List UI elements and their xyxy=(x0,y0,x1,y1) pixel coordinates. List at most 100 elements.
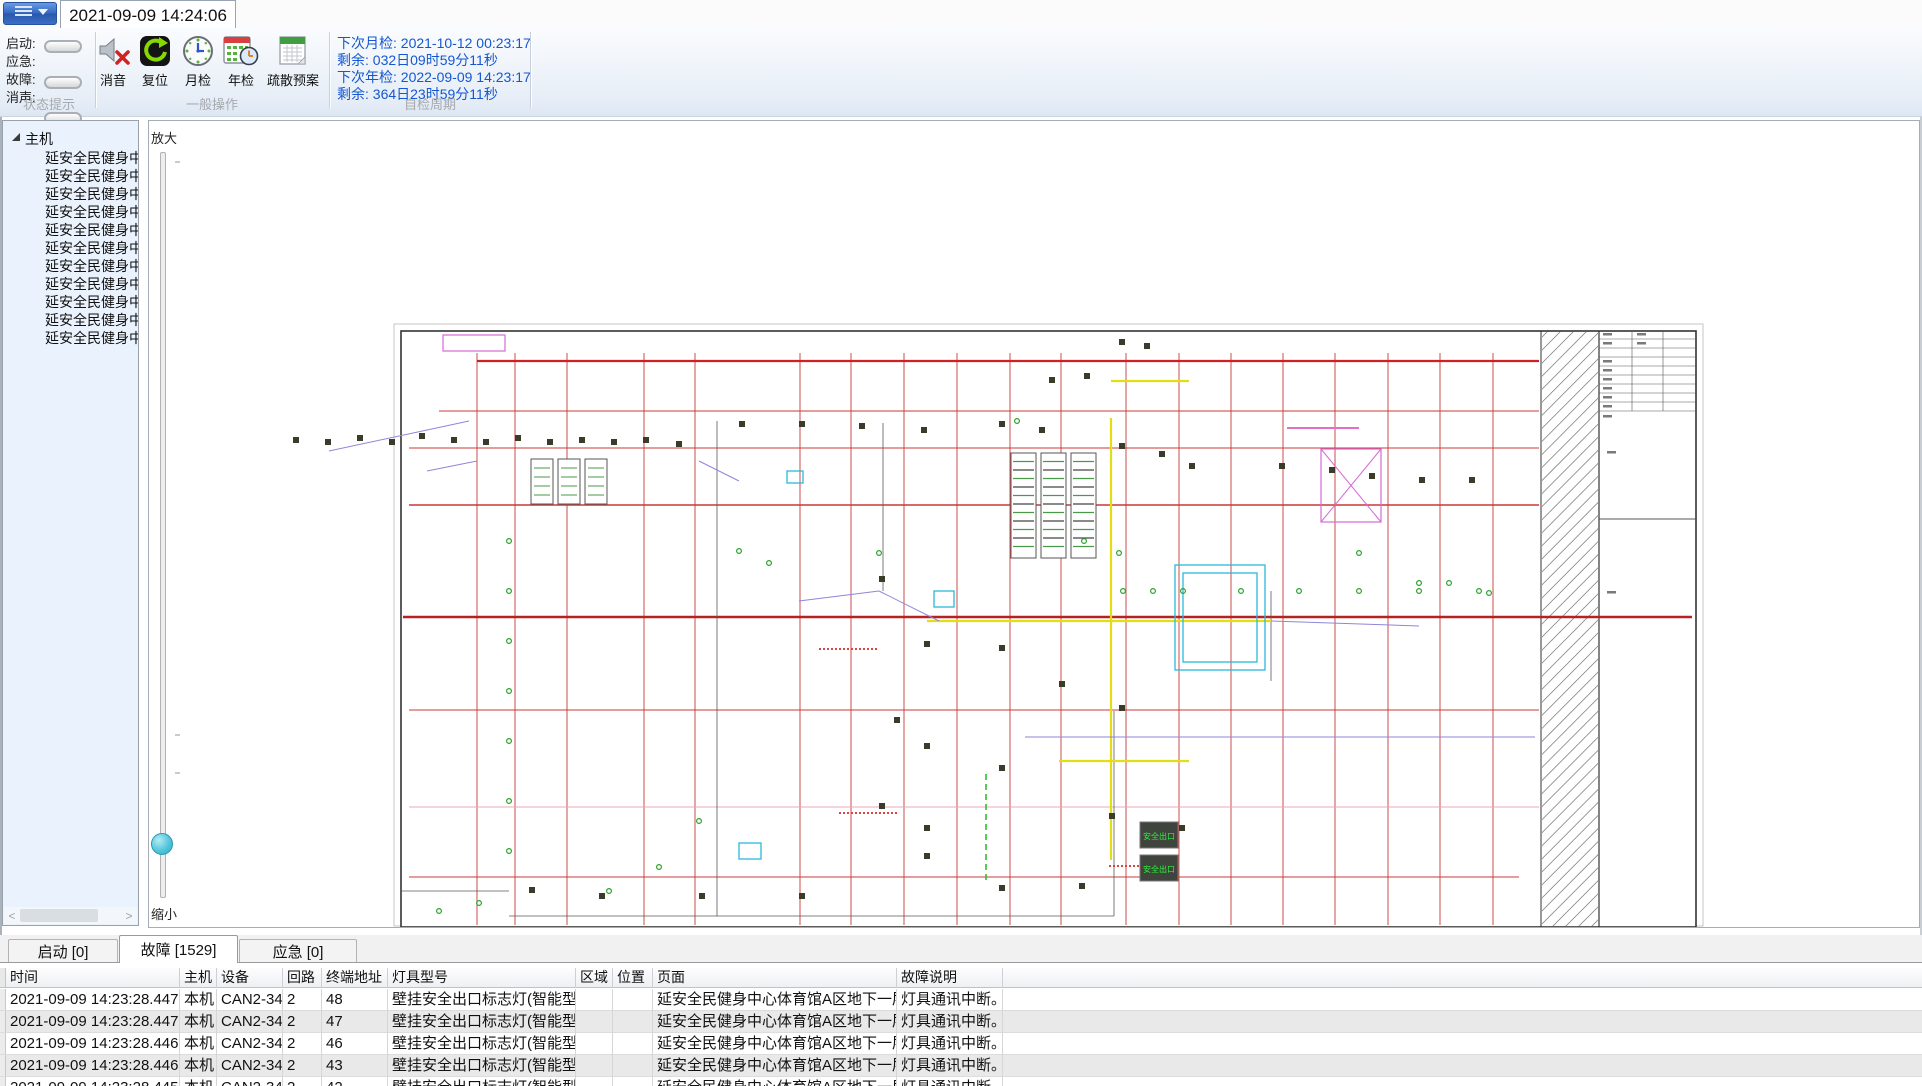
zoom-slider-thumb[interactable] xyxy=(151,833,173,855)
table-row[interactable]: 2021-09-09 14:23:28.446本机CAN2-34246壁挂安全出… xyxy=(0,1033,1922,1055)
tree-item[interactable]: 延安全民健身中 xyxy=(45,149,139,167)
toolbar-separator xyxy=(329,32,330,108)
table-cell xyxy=(576,1055,613,1077)
table-row[interactable]: 2021-09-09 14:23:28.446本机CAN2-34243壁挂安全出… xyxy=(0,1055,1922,1077)
event-tabbar: 启动 [0] 故障 [1529] 应急 [0] xyxy=(0,935,1922,963)
floorplan[interactable]: 安全出口安全出口 xyxy=(179,121,1920,927)
menu-button[interactable] xyxy=(3,2,57,25)
column-header[interactable]: 页面 xyxy=(653,968,897,988)
table-cell: 本机 xyxy=(180,1055,217,1077)
table-cell: 灯具通讯中断。 xyxy=(897,1033,1003,1055)
table-cell: 壁挂安全出口标志灯(智能型) xyxy=(388,1077,576,1086)
tab-emergency[interactable]: 应急 [0] xyxy=(239,939,357,963)
tree-item[interactable]: 延安全民健身中 xyxy=(45,311,139,329)
column-header[interactable]: 终端地址 xyxy=(322,968,388,988)
column-header[interactable]: 回路 xyxy=(283,968,322,988)
tree-item[interactable]: 延安全民健身中 xyxy=(45,185,139,203)
current-time-label: 2021-09-09 14:24:06 xyxy=(69,6,227,26)
toolbar: 启动: 应急: 故障: 消声: 状态提示 消音 复位 xyxy=(0,28,1922,117)
table-cell: 壁挂安全出口标志灯(智能型) xyxy=(388,1011,576,1033)
scroll-left-icon[interactable]: < xyxy=(4,907,20,924)
table-cell: 本机 xyxy=(180,1077,217,1086)
tab-start-label: 启动 [0] xyxy=(38,941,89,962)
table-cell: 延安全民健身中心体育馆A区地下一层 xyxy=(653,1011,897,1033)
floorplan-svg: 安全出口安全出口 xyxy=(179,121,1920,927)
table-cell: 2021-09-09 14:23:28.446 xyxy=(6,1055,180,1077)
table-row[interactable]: 2021-09-09 14:23:28.447本机CAN2-34248壁挂安全出… xyxy=(0,989,1922,1011)
tree-expander-icon[interactable] xyxy=(12,133,20,141)
group-caption-actions: 一般操作 xyxy=(97,94,327,113)
grid-header: 时间主机设备回路终端地址灯具型号区域位置页面故障说明 xyxy=(0,968,1922,988)
status-row-emergency: 应急: xyxy=(6,51,36,69)
reset-arrow-icon xyxy=(139,34,171,68)
tree-item[interactable]: 延安全民健身中 xyxy=(45,329,139,347)
table-row[interactable]: 2021-09-09 14:23:28.445本机CAN2-34242壁挂安全出… xyxy=(0,1077,1922,1086)
table-cell: 48 xyxy=(322,989,388,1011)
tree-root-host[interactable]: 主机 xyxy=(25,129,53,149)
column-header[interactable]: 时间 xyxy=(6,968,180,988)
table-cell: 46 xyxy=(322,1033,388,1055)
tree-item[interactable]: 延安全民健身中 xyxy=(45,167,139,185)
table-cell: 42 xyxy=(322,1077,388,1086)
status-label-emergency: 应急: xyxy=(6,51,36,70)
table-cell: 壁挂安全出口标志灯(智能型) xyxy=(388,1033,576,1055)
table-cell: 2 xyxy=(283,989,322,1011)
zoom-in-button[interactable]: 放大 xyxy=(151,128,177,147)
table-cell: 2021-09-09 14:23:28.445 xyxy=(6,1077,180,1086)
table-row[interactable]: 2021-09-09 14:23:28.447本机CAN2-34247壁挂安全出… xyxy=(0,1011,1922,1033)
table-cell xyxy=(576,1077,613,1086)
table-cell: 壁挂安全出口标志灯(智能型) xyxy=(388,1055,576,1077)
column-header[interactable]: 位置 xyxy=(613,968,653,988)
table-cell: 灯具通讯中断。 xyxy=(897,1077,1003,1086)
table-cell: 灯具通讯中断。 xyxy=(897,989,1003,1011)
status-indicator-emergency xyxy=(44,76,82,89)
tree-item[interactable]: 延安全民健身中 xyxy=(45,239,139,257)
zoom-slider-track[interactable] xyxy=(160,152,166,898)
column-header[interactable]: 主机 xyxy=(180,968,217,988)
scroll-right-icon[interactable]: > xyxy=(121,907,137,924)
tab-emergency-label: 应急 [0] xyxy=(273,941,324,962)
table-cell: 延安全民健身中心体育馆A区地下一层 xyxy=(653,1055,897,1077)
scrollbar-thumb[interactable] xyxy=(20,909,98,922)
table-cell: 2 xyxy=(283,1011,322,1033)
table-cell xyxy=(613,1055,653,1077)
toolbar-separator xyxy=(530,32,531,108)
column-header[interactable]: 区域 xyxy=(576,968,613,988)
scrollbar-track[interactable] xyxy=(20,907,121,924)
status-row-start: 启动: xyxy=(6,33,36,51)
table-cell: 本机 xyxy=(180,989,217,1011)
column-header[interactable]: 故障说明 xyxy=(897,968,1003,988)
table-cell: 2021-09-09 14:23:28.446 xyxy=(6,1033,180,1055)
calendar-clock-icon xyxy=(223,34,259,68)
monthly-check-button-label: 月检 xyxy=(185,70,211,89)
column-header[interactable]: 设备 xyxy=(217,968,283,988)
table-cell xyxy=(576,1011,613,1033)
tree-item[interactable]: 延安全民健身中 xyxy=(45,221,139,239)
tree-item[interactable]: 延安全民健身中 xyxy=(45,293,139,311)
tree-horizontal-scrollbar[interactable]: < > xyxy=(4,907,137,924)
evacuation-plan-button-label: 疏散预案 xyxy=(267,70,319,89)
table-cell: CAN2-34 xyxy=(217,1055,283,1077)
tree-item[interactable]: 延安全民健身中 xyxy=(45,203,139,221)
tab-fault[interactable]: 故障 [1529] xyxy=(119,935,238,963)
table-cell: 灯具通讯中断。 xyxy=(897,1011,1003,1033)
calendar-plan-icon xyxy=(278,34,308,68)
status-indicator-start xyxy=(44,40,82,53)
table-cell: 2021-09-09 14:23:28.447 xyxy=(6,1011,180,1033)
reset-button-label: 复位 xyxy=(142,70,168,89)
current-time-tab[interactable]: 2021-09-09 14:24:06 xyxy=(60,0,236,30)
menu-icon xyxy=(8,2,52,25)
tree-item[interactable]: 延安全民健身中 xyxy=(45,275,139,293)
tab-start[interactable]: 启动 [0] xyxy=(8,939,118,963)
table-cell xyxy=(613,1011,653,1033)
tree-item[interactable]: 延安全民健身中 xyxy=(45,257,139,275)
tree-items: 延安全民健身中延安全民健身中延安全民健身中延安全民健身中延安全民健身中延安全民健… xyxy=(45,149,139,347)
zoom-out-button[interactable]: 缩小 xyxy=(151,904,177,923)
table-cell xyxy=(576,1033,613,1055)
table-cell: 2 xyxy=(283,1077,322,1086)
table-cell: CAN2-34 xyxy=(217,1011,283,1033)
status-row-fault: 故障: xyxy=(6,69,36,87)
column-header[interactable]: 灯具型号 xyxy=(388,968,576,988)
exit-sign-label: 安全出口 xyxy=(1143,864,1175,874)
clock-icon xyxy=(182,34,214,68)
